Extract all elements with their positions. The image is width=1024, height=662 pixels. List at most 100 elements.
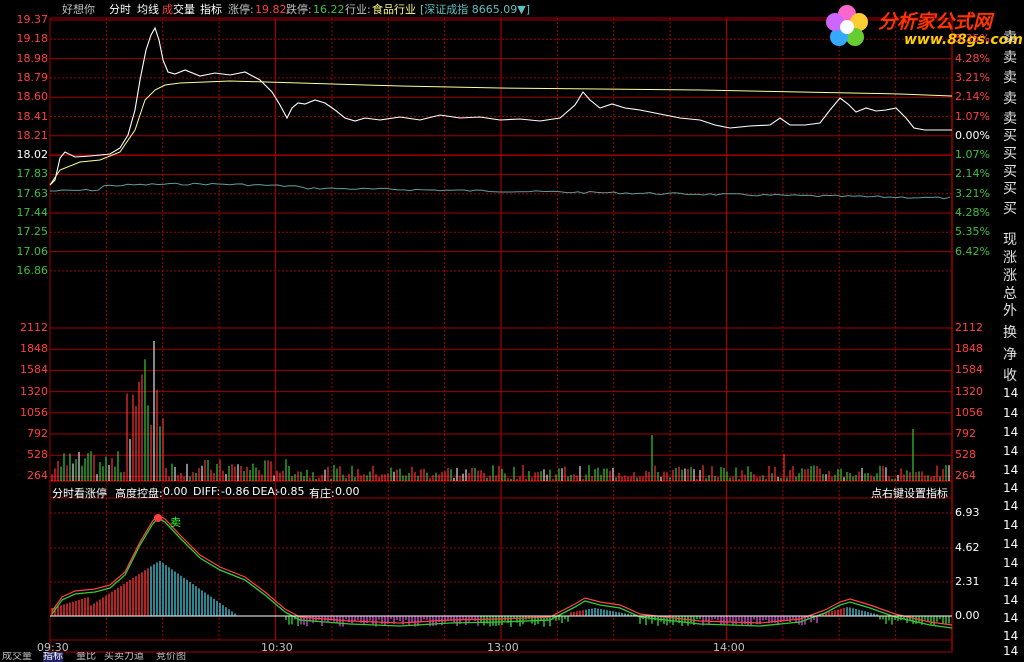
percent-axis-label: 6.42% — [955, 244, 990, 258]
right-panel-item[interactable]: 14 — [1003, 385, 1024, 401]
diff-value: -0.86 — [221, 485, 250, 498]
volume-axis-label: 1056 — [20, 405, 48, 419]
right-panel-item[interactable]: 卖 — [1003, 70, 1024, 86]
right-panel-item[interactable]: 买 — [1003, 201, 1024, 217]
right-panel-item[interactable]: 14 — [1003, 536, 1024, 552]
volume-axis-label-right: 2112 — [955, 321, 983, 334]
volume-axis-label: 264 — [27, 469, 48, 483]
right-panel-item[interactable]: 涨 — [1003, 250, 1024, 266]
right-panel-item[interactable]: 卖 — [1003, 30, 1024, 46]
index-line — [50, 182, 951, 200]
peak-marker — [154, 514, 162, 522]
right-panel-item[interactable]: 14 — [1003, 643, 1024, 659]
price-axis-label: 18.21 — [16, 128, 49, 142]
dea-label: DEA: — [252, 485, 279, 498]
right-panel-item[interactable]: 14 — [1003, 480, 1024, 496]
price-axis-label: 19.37 — [16, 13, 49, 26]
time-axis-label: 09:30 — [37, 641, 69, 654]
bottom-tab-auction[interactable]: 竞价图 — [156, 652, 186, 662]
right-panel-item[interactable]: 收 — [1003, 368, 1024, 384]
zhuang-value: 0.00 — [335, 485, 360, 498]
intraday-chart[interactable] — [0, 0, 1024, 662]
zhuang-label: 有庄: — [309, 487, 335, 500]
percent-axis-label: 5.35% — [955, 225, 990, 239]
percent-axis-label: 2.14% — [955, 90, 990, 104]
limit-down-value: 16.22 — [313, 3, 345, 16]
tab-cheng[interactable]: 成 — [162, 3, 173, 16]
right-panel-item[interactable]: 买 — [1003, 128, 1024, 144]
industry-value: 食品行业 — [372, 3, 416, 16]
percent-axis-label: 4.28% — [955, 206, 990, 219]
tab-fenshi[interactable]: 分时 — [109, 3, 131, 16]
percent-axis-label: 4.28% — [955, 51, 990, 65]
bottom-tab-buy-sell-power[interactable]: 买卖力道 — [104, 652, 144, 662]
volume-axis-label: 792 — [27, 427, 48, 440]
price-axis-label: 19.18 — [16, 32, 49, 46]
bottom-tab-volume[interactable]: 成交量 — [2, 652, 32, 662]
right-panel-item[interactable]: 外 — [1003, 303, 1024, 319]
indicator-axis-label: 4.62 — [955, 541, 980, 554]
price-axis-label: 17.06 — [16, 244, 49, 258]
right-panel-item[interactable]: 卖 — [1003, 50, 1024, 66]
right-panel-item[interactable]: 买 — [1003, 146, 1024, 162]
limit-down-label: 跌停: — [286, 3, 312, 16]
bottom-tab-volume-ratio[interactable]: 量比 — [76, 652, 96, 662]
volume-axis-label: 1584 — [20, 363, 48, 377]
volume-axis-label-right: 1584 — [955, 363, 983, 377]
limit-up-value: 19.82 — [255, 3, 287, 16]
right-panel-item[interactable]: 净 — [1003, 347, 1024, 363]
right-panel-item[interactable]: 卖 — [1003, 91, 1024, 107]
control-value: 0.00 — [163, 485, 188, 498]
percent-axis-label: 1.07% — [955, 148, 990, 162]
diff-label: DIFF: — [193, 485, 221, 498]
right-panel-item[interactable]: 买 — [1003, 164, 1024, 180]
price-axis-label: 18.41 — [16, 109, 49, 123]
right-panel-item[interactable]: 14 — [1003, 628, 1024, 644]
tab-junxian[interactable]: 均线 — [137, 3, 159, 16]
right-panel-item[interactable]: 14 — [1003, 592, 1024, 608]
right-panel-item[interactable]: 涨 — [1003, 268, 1024, 284]
sell-marker: 卖 — [170, 516, 181, 529]
volume-axis-label: 1848 — [20, 342, 48, 356]
percent-axis-label: 3.21% — [955, 70, 990, 84]
indicator-hint[interactable]: 点右键设置指标 — [871, 485, 948, 501]
volume-axis-label-right: 1056 — [955, 405, 983, 419]
percent-axis-label: 0.00% — [955, 128, 990, 142]
right-panel-item[interactable]: 14 — [1003, 405, 1024, 421]
right-panel-item[interactable]: 现 — [1003, 232, 1024, 248]
right-panel-item[interactable]: 总 — [1003, 286, 1024, 302]
percent-axis-label: 5.35% — [955, 32, 990, 46]
time-axis-label: 13:00 — [487, 641, 519, 654]
index-quote[interactable]: [深证成指 8665.09▼] — [420, 3, 530, 16]
volume-axis-label: 2112 — [20, 321, 48, 334]
volume-axis-label: 1320 — [20, 384, 48, 398]
tab-jiaoliang[interactable]: 交量 — [173, 3, 195, 16]
indicator-axis-label: 0.00 — [955, 609, 980, 622]
right-panel-item[interactable]: 14 — [1003, 462, 1024, 478]
time-axis-label: 10:30 — [261, 641, 293, 654]
price-axis-label: 18.79 — [16, 70, 49, 84]
right-panel-item[interactable]: 14 — [1003, 424, 1024, 440]
right-panel-item[interactable]: 买 — [1003, 181, 1024, 197]
indicator-axis-label: 2.31 — [955, 575, 980, 588]
volume-axis-label: 528 — [27, 448, 48, 462]
percent-axis-label: 3.21% — [955, 186, 990, 200]
tab-zhibiao[interactable]: 指标 — [200, 3, 222, 16]
volume-axis-label-right: 528 — [955, 448, 976, 462]
right-panel-item[interactable]: 卖 — [1003, 111, 1024, 127]
volume-axis-label-right: 1320 — [955, 384, 983, 398]
control-label: 高度控盘: — [115, 487, 163, 500]
right-panel-item[interactable]: 14 — [1003, 574, 1024, 590]
right-panel-item[interactable]: 14 — [1003, 610, 1024, 626]
right-panel-item[interactable]: 14 — [1003, 517, 1024, 533]
right-panel-item[interactable]: 换 — [1003, 325, 1024, 341]
price-axis-label: 18.60 — [16, 90, 49, 104]
right-panel-item[interactable]: 14 — [1003, 498, 1024, 514]
right-panel-item[interactable]: 14 — [1003, 443, 1024, 459]
industry-label: 行业: — [345, 3, 371, 16]
right-panel-item[interactable]: 14 — [1003, 555, 1024, 571]
dea-value: -0.85 — [276, 485, 305, 498]
flower-logo-icon — [826, 5, 868, 46]
price-axis-label: 17.83 — [16, 167, 49, 181]
volume-axis-label-right: 1848 — [955, 342, 983, 356]
